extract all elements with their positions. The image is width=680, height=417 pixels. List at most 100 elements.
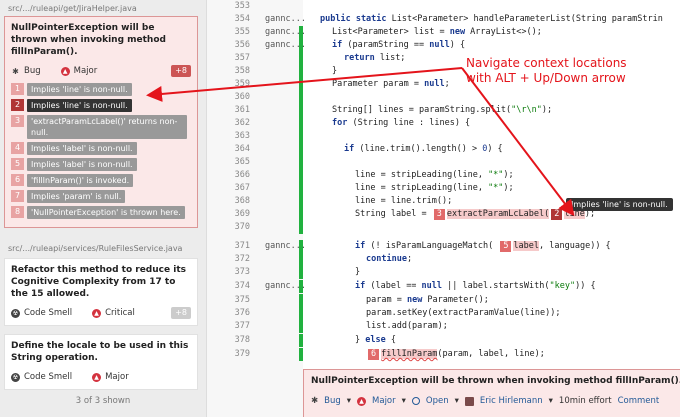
issue-card[interactable]: Define the locale to be used in this Str… <box>4 334 198 390</box>
issue-type: Bug <box>24 66 41 76</box>
code-line[interactable]: 377 list.add(param); <box>207 320 680 333</box>
code-line[interactable]: 366 line = stripLeading(line, "*"); <box>207 169 680 182</box>
location-marker-2[interactable]: 2 <box>551 209 563 220</box>
coverage-marker <box>299 348 303 361</box>
code-line[interactable]: 361 String[] lines = paramString.split("… <box>207 104 680 117</box>
coverage-marker <box>299 253 303 266</box>
code-line[interactable]: 356 gannc... if (paramString == null) { <box>207 39 680 52</box>
chevron-down-icon: ▾ <box>346 396 352 406</box>
issue-severity: Major <box>105 372 129 382</box>
issue-card[interactable]: Refactor this method to reduce its Cogni… <box>4 258 198 326</box>
issue-card-selected[interactable]: NullPointerException will be thrown when… <box>4 16 198 228</box>
issue-locations: 1 Implies 'line' is non-null. 2 Implies 'l… <box>11 83 191 219</box>
chevron-down-icon: ▾ <box>454 396 459 406</box>
code-line[interactable]: 375 param = new Parameter(); <box>207 294 680 307</box>
issue-file-path[interactable]: src/.../ruleapi/get/JiraHelper.java <box>0 2 206 16</box>
coverage-marker <box>299 156 303 169</box>
code-line[interactable]: 378 } else { <box>207 334 680 347</box>
code-line[interactable]: 363 <box>207 130 680 143</box>
code-line[interactable]: 362 for (String line : lines) { <box>207 117 680 130</box>
locations-count-badge[interactable]: +8 <box>171 307 191 319</box>
issue-file-path[interactable]: src/.../ruleapi/services/RuleFilesServic… <box>0 240 206 258</box>
coverage-marker <box>299 221 303 234</box>
coverage-marker <box>299 182 303 195</box>
status-dropdown[interactable]: Open <box>426 396 449 406</box>
locations-count-badge[interactable]: +8 <box>171 65 191 77</box>
code-line[interactable]: 379 6 fillInParam(param, label, line); <box>207 348 680 361</box>
location-marker-3[interactable]: 3 <box>433 209 445 220</box>
chevron-down-icon: ▾ <box>548 396 553 406</box>
code-line[interactable]: 370 <box>207 221 680 234</box>
code-line[interactable]: 354 gannc... public static List<Paramete… <box>207 13 680 26</box>
issue-severity: Critical <box>105 308 135 318</box>
coverage-marker <box>299 52 303 65</box>
location-item[interactable]: 7 Implies 'param' is null. <box>11 190 191 203</box>
code-line[interactable]: 372 continue; <box>207 253 680 266</box>
issue-title[interactable]: Refactor this method to reduce its Cogni… <box>11 264 191 300</box>
location-item[interactable]: 6'fillInParam()' is invoked. <box>11 174 191 187</box>
code-line[interactable]: 371 gannc... if (! isParamLanguageMatch(… <box>207 240 680 253</box>
coverage-marker <box>299 294 303 307</box>
code-line[interactable]: 367 line = stripLeading(line, "*"); <box>207 182 680 195</box>
code-line[interactable]: 364 if (line.trim().length() > 0) { <box>207 143 680 156</box>
issue-type: Code Smell <box>24 308 73 318</box>
coverage-marker <box>299 39 303 52</box>
issue-type-dropdown[interactable]: Bug <box>324 396 341 406</box>
bug-icon: ✱ <box>12 66 19 76</box>
issue-title[interactable]: NullPointerException will be thrown when… <box>11 22 191 58</box>
coverage-marker <box>299 91 303 104</box>
code-smell-icon: ☢ <box>11 308 20 318</box>
status-open-icon <box>411 397 420 405</box>
location-marker-6[interactable]: 6 <box>368 349 380 360</box>
code-line[interactable]: 360 <box>207 91 680 104</box>
code-line[interactable]: 355 gannc... List<Parameter> list = new … <box>207 26 680 39</box>
coverage-marker <box>299 130 303 143</box>
coverage-marker <box>299 104 303 117</box>
coverage-marker <box>299 280 303 293</box>
comment-link[interactable]: Comment <box>618 396 660 406</box>
code-line[interactable]: 376 param.setKey(extractParamValue(line)… <box>207 307 680 320</box>
coverage-marker <box>299 240 303 253</box>
location-marker-5[interactable]: 5 <box>500 241 512 252</box>
location-item[interactable]: 5 Implies 'label' is non-null. <box>11 158 191 171</box>
major-severity-icon: ▲ <box>357 396 367 406</box>
coverage-marker <box>299 307 303 320</box>
major-severity-icon: ▲ <box>92 372 102 382</box>
code-line[interactable]: 365 <box>207 156 680 169</box>
coverage-marker <box>299 266 303 279</box>
coverage-marker <box>299 78 303 91</box>
location-item-active[interactable]: 2 Implies 'line' is non-null. <box>11 99 191 112</box>
code-line[interactable]: 353 <box>207 0 680 13</box>
inline-issue-box[interactable]: NullPointerException will be thrown when… <box>303 369 680 417</box>
location-item[interactable]: 1 Implies 'line' is non-null. <box>11 83 191 96</box>
code-line[interactable]: 374 gannc... if (label == null || label.… <box>207 280 680 293</box>
annotation-text: Navigate context locations with ALT + Up… <box>466 56 627 85</box>
assignee-dropdown[interactable]: Eric Hirlemann <box>480 396 543 406</box>
avatar <box>464 396 474 406</box>
coverage-marker <box>299 26 303 39</box>
coverage-marker <box>299 117 303 130</box>
code-smell-icon: ☢ <box>11 372 20 382</box>
inline-issue-title[interactable]: NullPointerException will be thrown when… <box>311 376 680 386</box>
chevron-down-icon: ▾ <box>401 396 406 406</box>
issue-title[interactable]: Define the locale to be used in this Str… <box>11 340 191 364</box>
critical-severity-icon: ▲ <box>92 308 102 318</box>
major-severity-icon: ▲ <box>60 66 70 76</box>
location-item[interactable]: 3'extractParamLcLabel()' returns non-nul… <box>11 115 191 139</box>
issue-type: Code Smell <box>24 372 73 382</box>
location-item[interactable]: 4 Implies 'label' is non-null. <box>11 142 191 155</box>
coverage-marker <box>299 208 303 221</box>
issues-panel: src/.../ruleapi/get/JiraHelper.java Null… <box>0 0 207 417</box>
coverage-marker <box>299 195 303 208</box>
location-tooltip: Implies 'line' is non-null. <box>566 198 673 211</box>
code-line[interactable]: 373 } <box>207 266 680 279</box>
effort-label: 10min effort <box>558 396 612 406</box>
severity-dropdown[interactable]: Major <box>372 396 396 406</box>
issue-severity: Major <box>73 66 98 76</box>
location-item[interactable]: 8 'NullPointerException' is thrown here. <box>11 206 191 219</box>
coverage-marker <box>299 334 303 347</box>
coverage-marker <box>299 143 303 156</box>
coverage-marker <box>299 65 303 78</box>
shown-count: 3 of 3 shown <box>75 396 131 406</box>
bug-icon: ✱ <box>311 396 319 406</box>
